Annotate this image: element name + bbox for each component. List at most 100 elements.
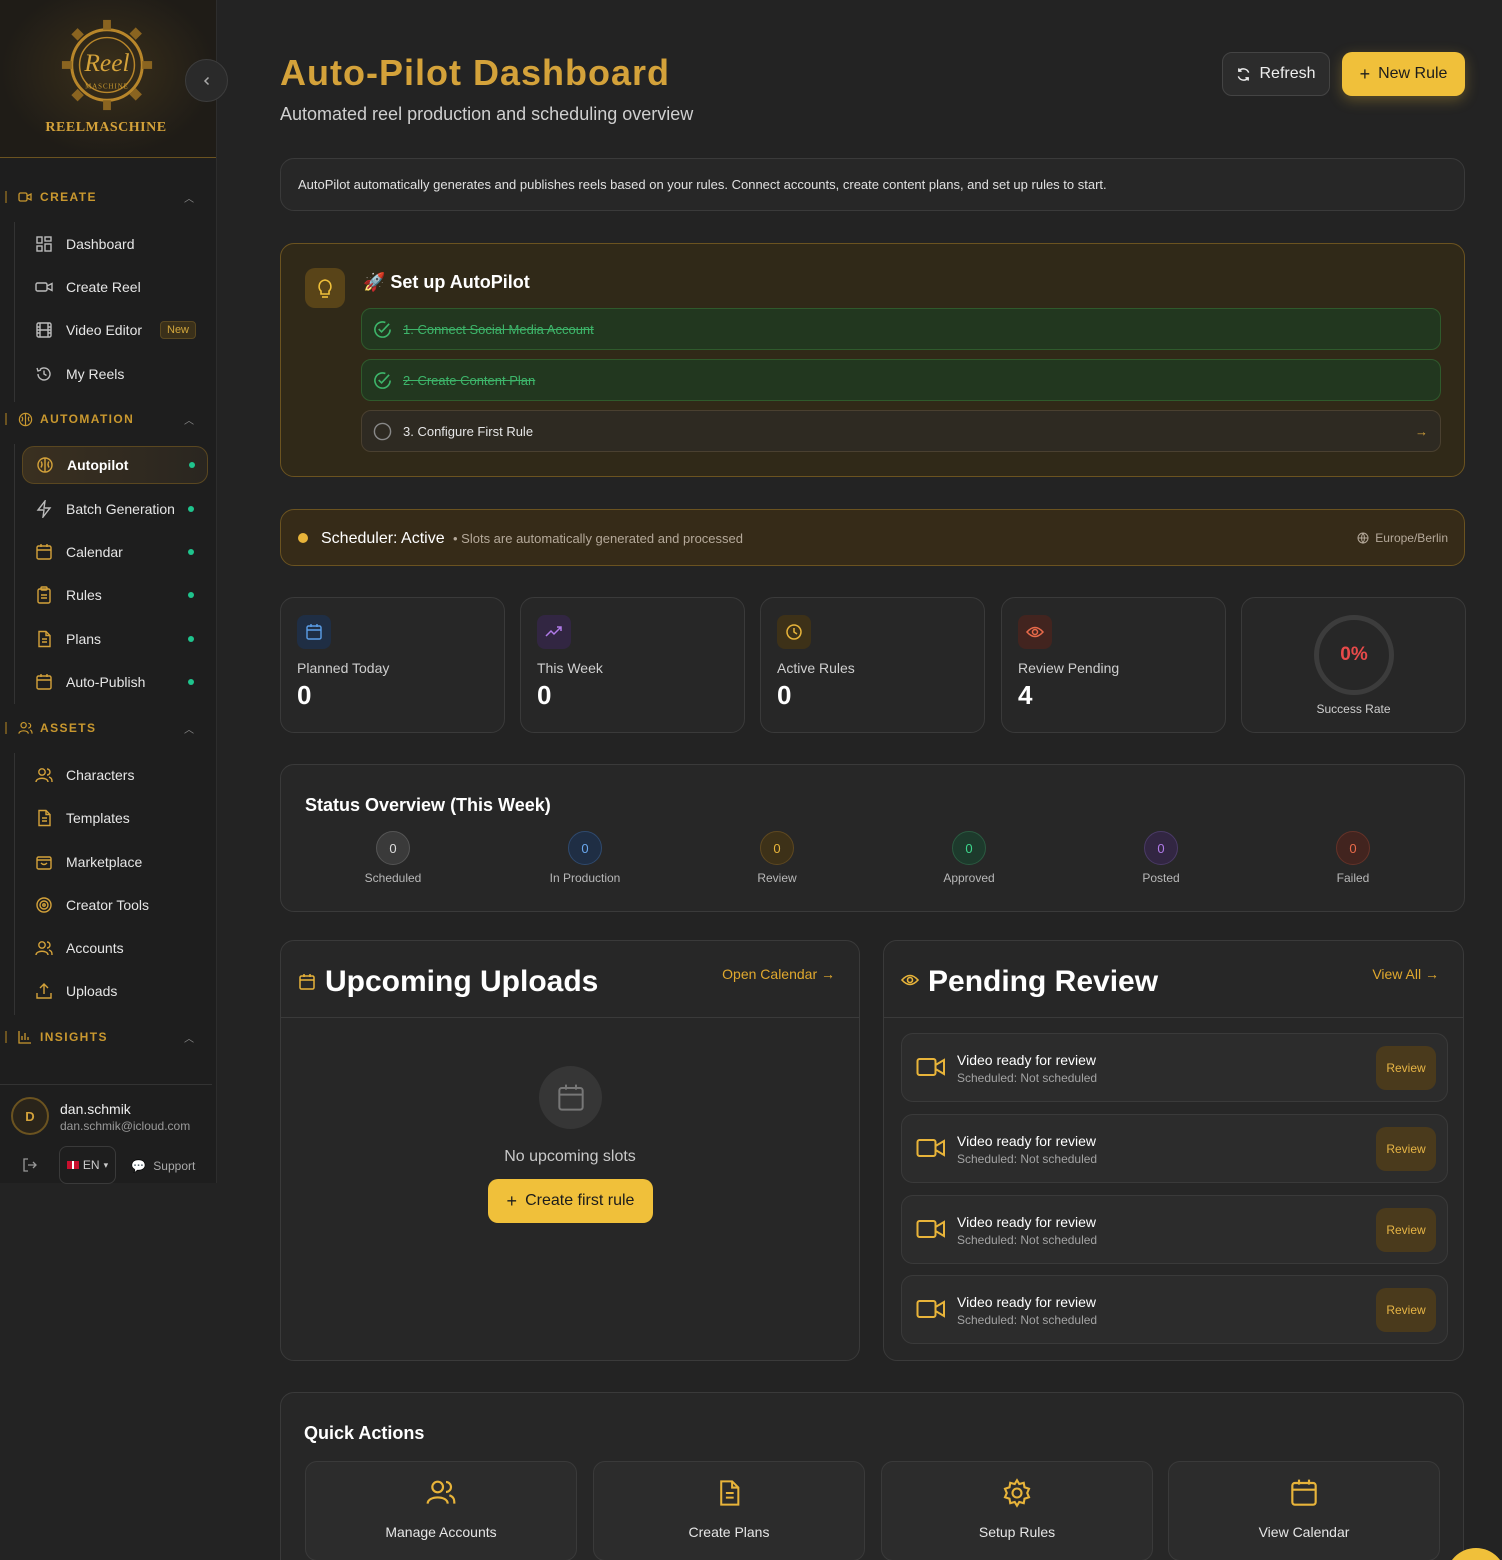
language-select[interactable]: EN ▾ [59, 1146, 116, 1184]
svg-text:Reel: Reel [83, 48, 129, 77]
sidebar-item-autopilot[interactable]: Autopilot [22, 446, 208, 484]
trending-up-icon [537, 615, 571, 649]
setup-step-content-plan[interactable]: 2. Create Content Plan [361, 359, 1441, 401]
refresh-icon [1238, 67, 1250, 81]
review-button[interactable]: Review [1376, 1208, 1436, 1252]
sidebar-item-marketplace[interactable]: Marketplace [22, 843, 208, 881]
sidebar-item-uploads[interactable]: Uploads [22, 972, 208, 1010]
stat-label: This Week [537, 660, 603, 676]
status-count: 0 [376, 831, 410, 865]
setup-rules-button[interactable]: Setup Rules [881, 1461, 1153, 1560]
sidebar-item-dashboard[interactable]: Dashboard [22, 225, 208, 263]
status-dot [188, 679, 194, 685]
review-button[interactable]: Review [1376, 1046, 1436, 1090]
chevron-up-icon: ︿ [184, 1033, 194, 1045]
clock-icon [777, 615, 811, 649]
page-title: Auto-Pilot Dashboard [280, 52, 670, 93]
quick-actions-title: Quick Actions [304, 1423, 425, 1443]
users-icon [17, 720, 33, 736]
check-circle-icon [373, 371, 392, 390]
quick-action-label: Manage Accounts [385, 1524, 497, 1540]
chevron-left-icon [203, 76, 209, 85]
refresh-button[interactable]: Refresh [1222, 52, 1330, 96]
sidebar-collapse-button[interactable] [185, 59, 228, 102]
manage-accounts-button[interactable]: Manage Accounts [305, 1461, 577, 1560]
shopping-bag-icon [34, 852, 54, 872]
stat-label: Review Pending [1018, 660, 1120, 676]
sidebar-item-my-reels[interactable]: My Reels [22, 355, 208, 393]
success-rate-label: Success Rate [1316, 702, 1391, 716]
section-create[interactable]: CREATE ︿ [0, 186, 212, 208]
support-link[interactable]: 💬 Support [131, 1159, 195, 1173]
empty-state-text: No upcoming slots [504, 1148, 636, 1165]
section-automation-title: AUTOMATION [40, 412, 135, 426]
status-dot [188, 549, 194, 555]
review-item-subtitle: Scheduled: Not scheduled [957, 1313, 1098, 1327]
view-all-link[interactable]: View All → [1372, 966, 1439, 982]
quick-actions-card: Quick Actions Manage Accounts Create Pla… [280, 1392, 1464, 1560]
section-automation[interactable]: AUTOMATION ︿ [0, 408, 212, 430]
view-calendar-button[interactable]: View Calendar [1168, 1461, 1440, 1560]
sidebar-item-creator-tools[interactable]: Creator Tools [22, 886, 208, 924]
avatar[interactable]: D [11, 1097, 49, 1135]
reelmaschine-logo[interactable]: Reel MASCHINE [58, 16, 156, 114]
sidebar-item-video-editor[interactable]: Video Editor New [22, 311, 208, 349]
setup-step-configure-rule[interactable]: 3. Configure First Rule → [361, 410, 1441, 452]
review-item[interactable]: Video ready for review Scheduled: Not sc… [901, 1195, 1448, 1264]
video-icon [916, 1298, 946, 1325]
pending-review-panel: Pending Review View All → Video ready fo… [883, 940, 1464, 1361]
setup-step-connect[interactable]: 1. Connect Social Media Account [361, 308, 1441, 350]
brand-header: Reel MASCHINE REELMASCHINE [0, 0, 216, 158]
status-overview-card: Status Overview (This Week) 0 Scheduled … [280, 764, 1465, 912]
create-plans-button[interactable]: Create Plans [593, 1461, 865, 1560]
review-item[interactable]: Video ready for review Scheduled: Not sc… [901, 1275, 1448, 1344]
sidebar-item-label: Creator Tools [66, 897, 150, 913]
review-item[interactable]: Video ready for review Scheduled: Not sc… [901, 1033, 1448, 1102]
review-item-subtitle: Scheduled: Not scheduled [957, 1233, 1098, 1247]
scheduler-subtitle: • Slots are automatically generated and … [453, 531, 743, 546]
video-icon [916, 1056, 946, 1083]
status-item-scheduled: 0 Scheduled [333, 831, 453, 885]
logout-icon[interactable] [22, 1158, 38, 1175]
bar-chart-icon [17, 1029, 33, 1045]
review-button[interactable]: Review [1376, 1127, 1436, 1171]
section-insights[interactable]: INSIGHTS ︿ [0, 1026, 212, 1048]
open-calendar-link[interactable]: Open Calendar → [722, 966, 835, 982]
section-assets-title: ASSETS [40, 721, 97, 735]
sidebar-item-label: Batch Generation [66, 501, 175, 517]
stat-value: 0 [537, 680, 552, 710]
sidebar-item-characters[interactable]: Characters [22, 756, 208, 794]
status-count: 0 [568, 831, 602, 865]
review-item[interactable]: Video ready for review Scheduled: Not sc… [901, 1114, 1448, 1183]
create-first-rule-button[interactable]: + Create first rule [488, 1179, 653, 1223]
status-dot [188, 592, 194, 598]
new-rule-button[interactable]: + New Rule [1342, 52, 1465, 96]
status-item-posted: 0 Posted [1101, 831, 1221, 885]
gear-icon [882, 1478, 1152, 1508]
stat-card-this-week: This Week 0 [520, 597, 745, 733]
status-item-in-production: 0 In Production [525, 831, 645, 885]
section-assets[interactable]: ASSETS ︿ [0, 717, 212, 739]
sidebar-item-auto-publish[interactable]: Auto-Publish [22, 663, 208, 701]
sidebar-item-rules[interactable]: Rules [22, 576, 208, 614]
file-text-icon [594, 1478, 864, 1508]
review-button[interactable]: Review [1376, 1288, 1436, 1332]
stat-value: 0 [297, 680, 312, 710]
sidebar-item-label: Create Reel [66, 279, 141, 295]
sidebar-item-accounts[interactable]: Accounts [22, 929, 208, 967]
status-dot [188, 636, 194, 642]
scheduler-status-bar: Scheduler: Active • Slots are automatica… [280, 509, 1465, 566]
sidebar-item-templates[interactable]: Templates [22, 799, 208, 837]
sidebar-item-calendar[interactable]: Calendar [22, 533, 208, 571]
language-label: EN [82, 1158, 100, 1172]
review-item-title: Video ready for review [957, 1052, 1097, 1068]
file-text-icon [34, 808, 54, 828]
sidebar-item-create-reel[interactable]: Create Reel [22, 268, 208, 306]
chevron-down-icon: ▾ [103, 1159, 109, 1170]
brand-name: REELMASCHINE [45, 120, 167, 135]
sidebar-item-batch-generation[interactable]: Batch Generation [22, 490, 208, 528]
review-item-title: Video ready for review [957, 1214, 1097, 1230]
setup-step-label: 3. Configure First Rule [403, 423, 534, 439]
setup-autopilot-card: 🚀 Set up AutoPilot 1. Connect Social Med… [280, 243, 1465, 477]
sidebar-item-plans[interactable]: Plans [22, 620, 208, 658]
